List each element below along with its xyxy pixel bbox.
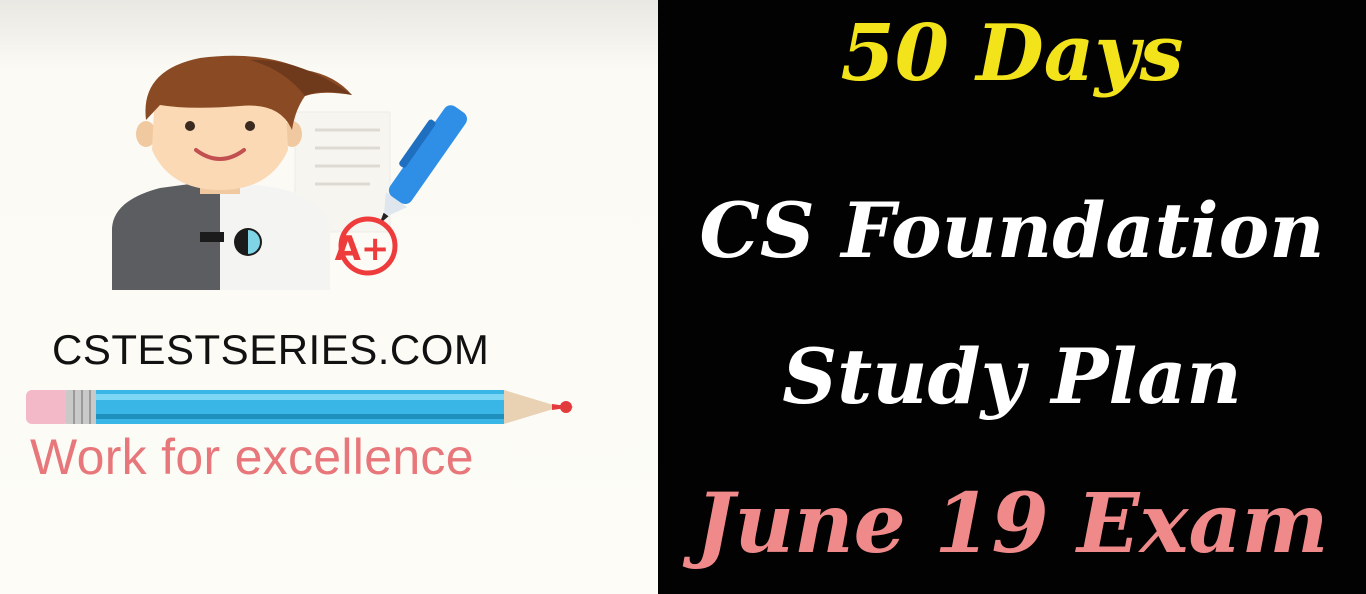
headline-panel: 50 Days CS Foundation Study Plan June 19… xyxy=(658,0,1366,594)
branding-panel: A+ CSTESTSERIES.COM Work for excellence xyxy=(0,0,658,594)
site-name: CSTESTSERIES.COM xyxy=(52,326,490,373)
grade-badge-text: A+ xyxy=(335,229,390,269)
headline-duration: 50 Days xyxy=(840,8,1184,99)
student-illustration: A+ xyxy=(112,55,468,290)
thumbnail-frame: A+ CSTESTSERIES.COM Work for excellence … xyxy=(0,0,1366,594)
tagline: Work for excellence xyxy=(30,429,474,485)
headline-plan: Study Plan xyxy=(782,332,1242,421)
pencil-icon xyxy=(26,390,574,424)
headline-course: CS Foundation xyxy=(699,186,1325,275)
headline-exam: June 19 Exam xyxy=(695,476,1329,572)
